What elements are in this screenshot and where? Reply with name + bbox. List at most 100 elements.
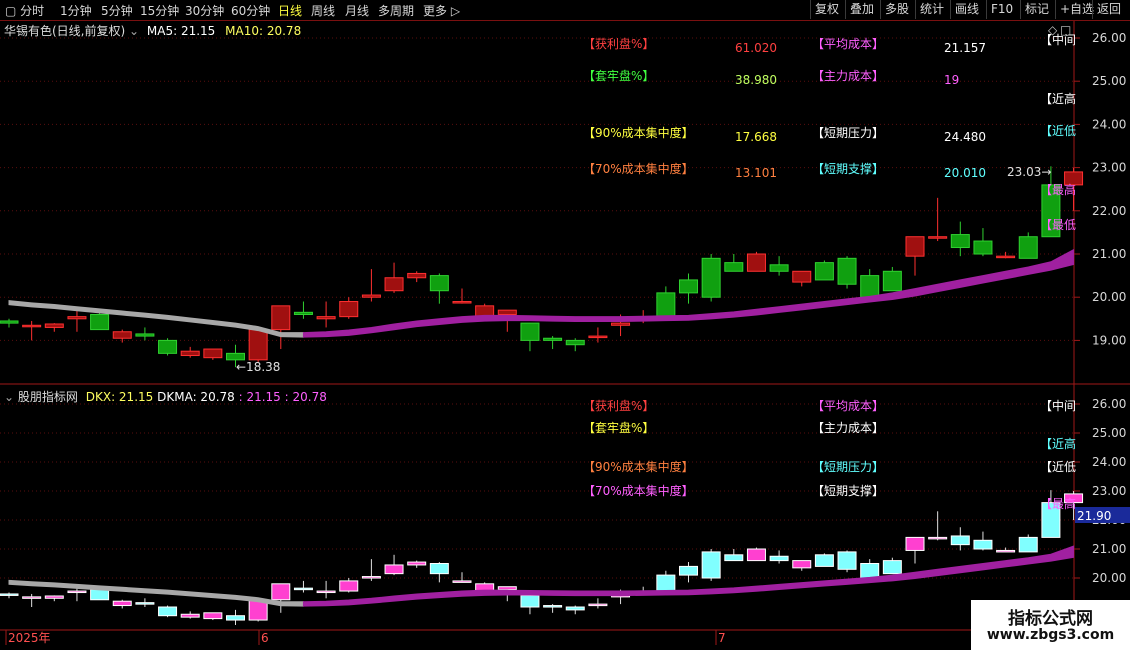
sub-candle-body <box>701 551 721 579</box>
candle-body <box>429 275 449 292</box>
sub-label-8: 【短期支撑】 <box>812 483 884 498</box>
sub-candle-body <box>565 606 585 611</box>
sub-candle-body <box>1018 536 1038 553</box>
candle-body <box>452 301 472 304</box>
x-axis-label-2: 6 <box>261 631 269 645</box>
sub-candle-body <box>905 536 925 551</box>
candle-body <box>67 316 87 320</box>
info-label-4: 【70%成本集中度】 <box>583 161 694 176</box>
candle-body <box>361 294 381 298</box>
sub-candle-body <box>928 536 948 540</box>
candle-body <box>882 270 902 292</box>
candle-body <box>701 257 721 298</box>
sub-candle-body <box>996 549 1016 553</box>
candle-body <box>792 270 812 283</box>
x-axis-label-3: 7 <box>718 631 726 645</box>
sub-candle-body <box>22 596 42 599</box>
info-label-3: 【90%成本集中度】 <box>583 125 694 140</box>
sub-side-tag-3: 【近低 <box>1040 460 1076 474</box>
info-value2-4: 20.010 <box>944 166 986 180</box>
info-value2-2: 19 <box>944 73 959 87</box>
sub-candle-body <box>316 590 336 594</box>
sub-candle-body <box>407 561 427 566</box>
candle-body <box>679 279 698 294</box>
sub-candle-body <box>44 595 64 599</box>
main-side-tag-2: 【近高 <box>1040 91 1076 106</box>
sub-candle-body <box>135 602 155 605</box>
main-side-tag-5: 【最低 <box>1040 218 1076 232</box>
sub-candle-body <box>814 554 834 567</box>
candle-body <box>135 333 155 337</box>
info-value-3: 17.668 <box>735 130 777 144</box>
sub-candle-body <box>837 551 857 570</box>
candle-body <box>248 329 268 361</box>
candle-body <box>158 339 178 354</box>
candle-body <box>611 322 631 326</box>
candle-body <box>90 313 110 331</box>
sub-candle-body <box>497 586 517 591</box>
sub-candle-body <box>0 593 19 596</box>
main-y-tick-label: 22.00 <box>1092 204 1126 218</box>
main-y-tick-label: 19.00 <box>1092 333 1126 347</box>
sub-y-tick-label: 21.00 <box>1092 542 1126 556</box>
candle-body <box>226 352 245 361</box>
watermark-line1: 指标公式网 <box>1008 609 1093 629</box>
sub-candle-body <box>339 580 359 592</box>
sub-candle-body <box>588 603 608 607</box>
info-value-1: 61.020 <box>735 41 777 55</box>
sub-candle-body <box>724 554 744 562</box>
candle-body <box>656 292 676 320</box>
sub-candle-body <box>180 613 200 618</box>
candle-body <box>0 320 19 324</box>
sub-candle-body <box>203 612 223 620</box>
main-y-tick-label: 25.00 <box>1092 74 1126 88</box>
sub-label-1: 【获利盘%】 <box>583 398 654 413</box>
candle-body <box>905 236 925 257</box>
candle-body <box>180 350 200 357</box>
sub-candle-body <box>746 548 766 562</box>
sub-label-4: 【主力成本】 <box>812 421 884 435</box>
kline-chart[interactable]: 26.00 25.00 24.00 23.00 22.00 21.00 20.00 19.00… <box>0 0 1130 650</box>
candle-body <box>22 324 42 328</box>
candle-body <box>973 240 993 255</box>
main-y-tick-label: 20.00 <box>1092 290 1126 304</box>
sub-label-3: 【套牢盘%】 <box>583 420 654 435</box>
low-marker-label: ←18.38 <box>236 360 280 374</box>
candle-body <box>520 322 540 341</box>
candle-body <box>837 257 857 285</box>
sub-candle-body <box>361 576 381 579</box>
main-y-tick-label: 21.00 <box>1092 247 1126 261</box>
info-label-2: 【套牢盘%】 <box>583 68 654 83</box>
high-marker-label: 23.03→ <box>1007 165 1051 179</box>
x-axis-label-1: 2025年 <box>8 631 51 645</box>
info-label2-3: 【短期压力】 <box>812 126 884 140</box>
sub-side-tag-2: 【近高 <box>1040 436 1076 451</box>
candle-body <box>928 236 948 239</box>
sub-candle-body <box>293 587 313 591</box>
ma-band-sub <box>8 579 304 607</box>
info-label2-1: 【平均成本】 <box>812 37 884 51</box>
sub-side-tag-4: 【最高 <box>1040 496 1076 511</box>
sub-candle-body <box>112 600 132 607</box>
sub-candle-body <box>384 564 404 575</box>
sub-candle-body <box>452 580 472 583</box>
info-value2-1: 21.157 <box>944 41 986 55</box>
diamond-icon: ◇ <box>1048 23 1058 37</box>
info-label2-2: 【主力成本】 <box>812 69 884 83</box>
candle-body <box>293 311 313 315</box>
sub-candle-body <box>520 594 540 608</box>
sub-y-tick-label: 26.00 <box>1092 397 1126 411</box>
info-value-2: 38.980 <box>735 73 777 87</box>
main-y-tick-label: 24.00 <box>1092 117 1126 131</box>
sub-candle-body <box>158 606 178 617</box>
candle-body <box>407 272 427 279</box>
main-side-tag-4: 【最高 <box>1040 182 1076 197</box>
watermark: 指标公式网 www.zbgs3.com <box>971 600 1130 650</box>
sub-candle-body <box>769 555 789 562</box>
sub-label-2: 【平均成本】 <box>812 399 884 413</box>
candle-body <box>996 255 1016 259</box>
main-y-tick-label: 23.00 <box>1092 161 1126 175</box>
candle-body <box>543 337 563 341</box>
sub-label-6: 【短期压力】 <box>812 460 884 474</box>
watermark-line2: www.zbgs3.com <box>986 627 1115 643</box>
